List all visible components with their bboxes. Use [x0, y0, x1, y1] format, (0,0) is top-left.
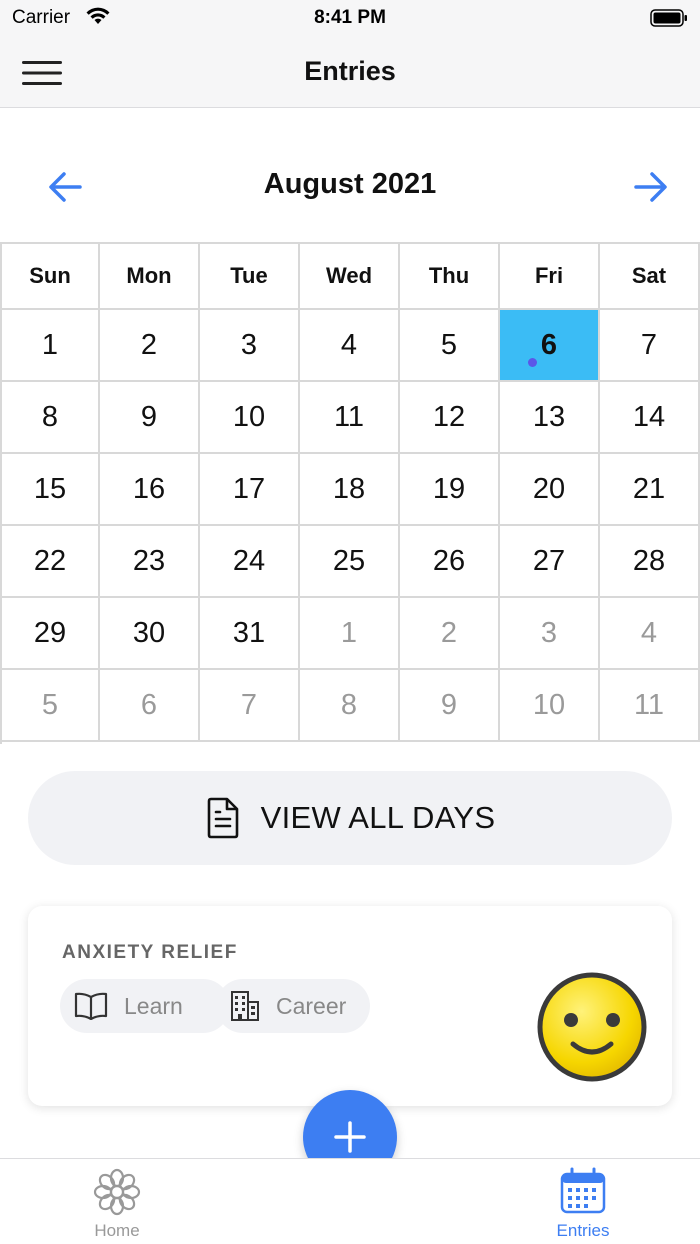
- navigation-bar: Entries: [0, 38, 700, 108]
- next-month-day-cell[interactable]: 6: [100, 670, 200, 742]
- week-row: 15 16 17 18 19 20 21: [2, 454, 700, 526]
- day-cell[interactable]: 21: [600, 454, 700, 526]
- day-cell[interactable]: 13: [500, 382, 600, 454]
- day-cell[interactable]: 1: [2, 310, 100, 382]
- tab-home[interactable]: Home: [57, 1167, 177, 1241]
- weekday-label: Tue: [200, 244, 300, 310]
- day-cell[interactable]: 22: [2, 526, 100, 598]
- day-cell[interactable]: 8: [2, 382, 100, 454]
- tag-career[interactable]: Career: [216, 979, 370, 1033]
- tag-learn[interactable]: Learn: [60, 979, 230, 1033]
- status-bar: Carrier 8:41 PM: [0, 0, 700, 38]
- tab-label: Entries: [556, 1221, 610, 1240]
- document-icon: [207, 797, 238, 839]
- next-month-day-cell[interactable]: 1: [300, 598, 400, 670]
- next-month-day-cell[interactable]: 4: [600, 598, 700, 670]
- building-icon: [231, 991, 259, 1021]
- weekday-header-row: Sun Mon Tue Wed Thu Fri Sat: [2, 244, 700, 310]
- day-cell[interactable]: 24: [200, 526, 300, 598]
- day-cell[interactable]: 18: [300, 454, 400, 526]
- day-cell[interactable]: 23: [100, 526, 200, 598]
- tab-entries[interactable]: Entries: [523, 1167, 643, 1241]
- day-cell[interactable]: 26: [400, 526, 500, 598]
- week-row: 22 23 24 25 26 27 28: [2, 526, 700, 598]
- day-cell[interactable]: 31: [200, 598, 300, 670]
- day-cell[interactable]: 12: [400, 382, 500, 454]
- next-month-day-cell[interactable]: 9: [400, 670, 500, 742]
- tag-label: Career: [276, 992, 347, 1019]
- day-cell[interactable]: 4: [300, 310, 400, 382]
- next-month-button[interactable]: [630, 167, 670, 207]
- day-cell[interactable]: 17: [200, 454, 300, 526]
- day-cell[interactable]: 30: [100, 598, 200, 670]
- tab-label: Home: [94, 1221, 140, 1240]
- day-cell[interactable]: 7: [600, 310, 700, 382]
- week-row: 1 2 3 4 5 6 7: [2, 310, 700, 382]
- tag-label: Learn: [124, 992, 183, 1019]
- day-cell[interactable]: 20: [500, 454, 600, 526]
- view-all-days-label: VIEW ALL DAYS: [260, 800, 496, 835]
- day-cell[interactable]: 14: [600, 382, 700, 454]
- entry-card[interactable]: ANXIETY RELIEF Learn Career: [28, 906, 672, 1106]
- day-number: 6: [540, 328, 558, 361]
- view-all-days-button[interactable]: VIEW ALL DAYS: [28, 771, 672, 865]
- day-cell[interactable]: 28: [600, 526, 700, 598]
- weekday-label: Fri: [500, 244, 600, 310]
- next-month-day-cell[interactable]: 2: [400, 598, 500, 670]
- entry-title: ANXIETY RELIEF: [62, 942, 238, 963]
- day-cell[interactable]: 3: [200, 310, 300, 382]
- weekday-label: Thu: [400, 244, 500, 310]
- next-month-day-cell[interactable]: 7: [200, 670, 300, 742]
- weekday-label: Wed: [300, 244, 400, 310]
- book-icon: [74, 992, 108, 1020]
- day-cell[interactable]: 10: [200, 382, 300, 454]
- calendar-grid: Sun Mon Tue Wed Thu Fri Sat 1 2 3 4 5 6 …: [0, 242, 700, 744]
- calendar-icon: [560, 1167, 606, 1214]
- day-cell[interactable]: 25: [300, 526, 400, 598]
- week-row: 5 6 7 8 9 10 11: [2, 670, 700, 742]
- smiley-face-icon: [537, 972, 647, 1082]
- day-cell[interactable]: 5: [400, 310, 500, 382]
- weekday-label: Sun: [2, 244, 100, 310]
- weekday-label: Mon: [100, 244, 200, 310]
- next-month-day-cell[interactable]: 10: [500, 670, 600, 742]
- day-cell[interactable]: 9: [100, 382, 200, 454]
- day-cell[interactable]: 16: [100, 454, 200, 526]
- next-month-day-cell[interactable]: 11: [600, 670, 700, 742]
- entry-indicator-dot: [528, 358, 537, 367]
- day-cell[interactable]: 19: [400, 454, 500, 526]
- next-month-day-cell[interactable]: 5: [2, 670, 100, 742]
- day-cell[interactable]: 27: [500, 526, 600, 598]
- weekday-label: Sat: [600, 244, 700, 310]
- month-title: August 2021: [263, 168, 437, 200]
- day-cell[interactable]: 15: [2, 454, 100, 526]
- clock: 8:41 PM: [314, 7, 386, 28]
- next-month-day-cell[interactable]: 3: [500, 598, 600, 670]
- next-month-day-cell[interactable]: 8: [300, 670, 400, 742]
- page-title: Entries: [304, 56, 396, 86]
- day-cell-selected[interactable]: 6: [500, 310, 600, 382]
- tab-bar: Home Entries: [0, 1158, 700, 1244]
- week-row: 8 9 10 11 12 13 14: [2, 382, 700, 454]
- day-cell[interactable]: 29: [2, 598, 100, 670]
- week-row: 29 30 31 1 2 3 4: [2, 598, 700, 670]
- battery-icon: [650, 9, 687, 27]
- flower-icon: [93, 1168, 141, 1216]
- day-cell[interactable]: 2: [100, 310, 200, 382]
- day-cell[interactable]: 11: [300, 382, 400, 454]
- entries-screen: Carrier 8:41 PM Entries August 2021 Sun: [0, 0, 700, 1244]
- plus-icon: [334, 1121, 366, 1153]
